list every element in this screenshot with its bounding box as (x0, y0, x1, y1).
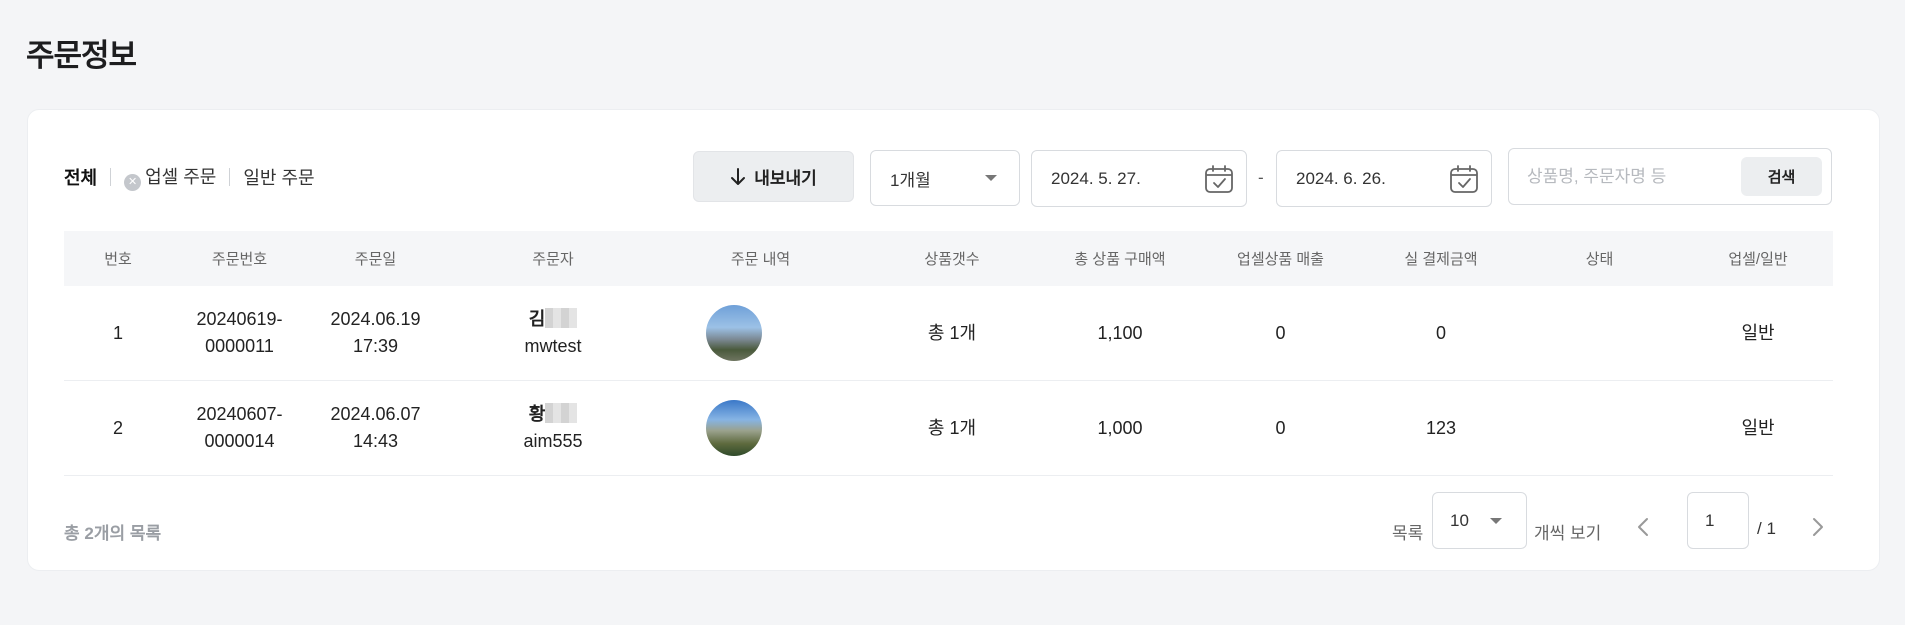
chevron-down-icon (1490, 518, 1502, 524)
start-date-value: 2024. 5. 27. (1051, 168, 1141, 188)
upsell-sales: 0 (1275, 417, 1286, 438)
order-number-line2: 0000011 (205, 336, 274, 356)
total-count-text: 총 2개의 목록 (64, 524, 162, 543)
order-date-time: 17:39 (352, 336, 399, 356)
column-header: 업셀상품 매출 (1237, 251, 1324, 268)
tab-upsell-label: 업셀 주문 (145, 167, 217, 187)
column-header: 총 상품 구매액 (1074, 251, 1166, 268)
order-date: 2024.06.19 17:39 (307, 306, 444, 360)
per-page-label: 개씩 보기 (1534, 524, 1602, 543)
orders-table: 번호 주문번호 주문일 주문자 주문 내역 상품갯수 총 상품 구매액 업셀상품… (64, 231, 1833, 476)
paid-amount: 0 (1435, 322, 1446, 343)
order-items[interactable] (662, 400, 859, 456)
total-purchase: 1,100 (1097, 322, 1143, 343)
tab-all[interactable]: 전체 (64, 164, 97, 190)
order-number-line1: 20240619- (196, 309, 283, 329)
column-header: 상태 (1585, 251, 1614, 268)
order-filter-tabs: 전체 ✕ 업셀 주문 일반 주문 (64, 163, 315, 191)
paid-amount: 123 (1425, 417, 1457, 438)
buyer: 황 aim555 (444, 401, 662, 455)
period-select[interactable]: 1개월 (870, 150, 1020, 206)
start-date-field[interactable]: 2024. 5. 27. (1031, 150, 1247, 207)
page-size-select[interactable]: 10 (1432, 492, 1527, 549)
order-items[interactable] (662, 305, 859, 361)
export-button[interactable]: 내보내기 (693, 151, 854, 202)
chevron-down-icon (985, 175, 997, 181)
tab-divider (229, 168, 231, 186)
search-box: 검색 (1508, 148, 1832, 205)
column-header: 번호 (104, 251, 132, 268)
page-size-value: 10 (1450, 510, 1469, 530)
order-number[interactable]: 20240619- 0000011 (172, 306, 307, 360)
table-row[interactable]: 2 20240607- 0000014 2024.06.07 14:43 황 a… (64, 381, 1833, 476)
tab-normal-orders[interactable]: 일반 주문 (243, 164, 314, 190)
calendar-icon (1450, 165, 1478, 193)
export-label: 내보내기 (754, 169, 817, 188)
column-header: 주문번호 (211, 251, 268, 268)
buyer-name: 황 (528, 404, 546, 424)
current-page-value: 1 (1705, 510, 1715, 530)
item-count: 총 1개 (927, 417, 977, 438)
column-header: 주문자 (532, 251, 574, 268)
buyer-id: mwtest (524, 336, 582, 356)
column-header: 상품갯수 (924, 251, 980, 268)
date-range-separator: - (1258, 168, 1264, 187)
column-header: 주문일 (354, 251, 397, 268)
total-purchase: 1,000 (1097, 417, 1143, 438)
buyer-name: 김 (528, 309, 546, 329)
total-pages: / 1 (1757, 519, 1776, 538)
order-date-day: 2024.06.07 (330, 404, 421, 424)
product-thumbnail[interactable] (706, 305, 762, 361)
prev-page-icon[interactable] (1633, 515, 1653, 539)
arrow-down-icon (731, 167, 746, 185)
next-page-icon[interactable] (1808, 515, 1828, 539)
order-type: 일반 (1741, 417, 1775, 438)
masked-name (545, 403, 578, 423)
row-number: 2 (112, 417, 123, 438)
page-title: 주문정보 (26, 38, 137, 73)
upsell-sales: 0 (1275, 322, 1286, 343)
column-header: 실 결제금액 (1404, 251, 1478, 268)
item-count: 총 1개 (927, 322, 977, 343)
product-thumbnail[interactable] (706, 400, 762, 456)
order-number-line1: 20240607- (196, 404, 283, 424)
order-info-card: 전체 ✕ 업셀 주문 일반 주문 내보내기 1개월 2024. 5. 27. - … (27, 109, 1880, 571)
end-date-value: 2024. 6. 26. (1296, 168, 1386, 188)
masked-name (545, 308, 578, 328)
buyer-id: aim555 (523, 431, 583, 451)
tab-upsell-orders[interactable]: ✕ 업셀 주문 (124, 163, 216, 191)
order-date-day: 2024.06.19 (330, 309, 421, 329)
upsell-icon: ✕ (124, 174, 142, 191)
end-date-field[interactable]: 2024. 6. 26. (1276, 150, 1492, 207)
tab-divider (110, 168, 112, 186)
page-size-label: 목록 (1392, 524, 1424, 543)
period-value: 1개월 (890, 170, 931, 190)
column-header: 주문 내역 (730, 251, 791, 268)
order-date: 2024.06.07 14:43 (307, 401, 444, 455)
buyer: 김 mwtest (444, 306, 662, 360)
order-number[interactable]: 20240607- 0000014 (172, 401, 307, 455)
table-header: 번호 주문번호 주문일 주문자 주문 내역 상품갯수 총 상품 구매액 업셀상품… (64, 231, 1833, 286)
calendar-icon (1205, 165, 1233, 193)
search-input[interactable] (1527, 165, 1737, 189)
search-button[interactable]: 검색 (1741, 157, 1822, 196)
order-number-line2: 0000014 (204, 431, 275, 451)
table-row[interactable]: 1 20240619- 0000011 2024.06.19 17:39 김 m… (64, 286, 1833, 381)
row-number: 1 (112, 322, 123, 343)
order-date-time: 14:43 (352, 431, 399, 451)
current-page-input[interactable]: 1 (1687, 492, 1749, 549)
column-header: 업셀/일반 (1728, 251, 1788, 268)
order-type: 일반 (1741, 322, 1775, 343)
